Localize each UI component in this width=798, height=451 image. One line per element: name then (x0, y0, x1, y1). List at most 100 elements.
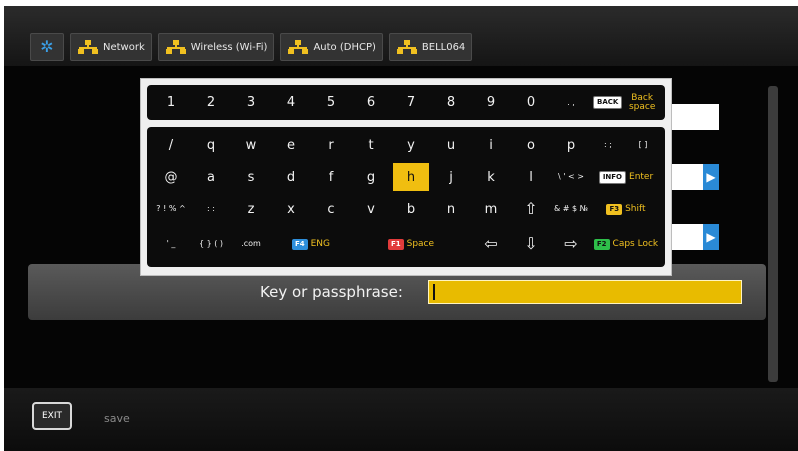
back-remote-icon: BACK (593, 96, 623, 109)
key-v[interactable]: v (353, 195, 389, 223)
key-symbols-1[interactable]: ? ! % ^ (153, 195, 189, 223)
dotcom-key[interactable]: .com (233, 229, 269, 259)
key-punctuation[interactable]: . , (553, 89, 589, 116)
field-box[interactable] (669, 104, 719, 130)
key-m[interactable]: m (473, 195, 509, 223)
breadcrumb-auto-dhcp[interactable]: Auto (DHCP) (280, 33, 383, 61)
network-icon (165, 40, 187, 54)
down-arrow-key[interactable]: ⇩ (513, 229, 549, 259)
backspace-label: Back space (628, 92, 656, 112)
breadcrumb-label: BELL064 (421, 41, 466, 53)
shift-arrow-key[interactable]: ⇧ (513, 195, 549, 223)
breadcrumb-settings[interactable]: ✲ (30, 33, 64, 61)
info-remote-icon: INFO (598, 170, 627, 184)
passphrase-label: Key or passphrase: (260, 283, 403, 301)
enter-label: Enter (629, 171, 654, 182)
key-braces[interactable]: { } ( ) (193, 229, 229, 259)
shift-key[interactable]: F3 Shift (593, 195, 659, 223)
breadcrumb-ssid[interactable]: BELL064 (388, 33, 473, 61)
gear-icon: ✲ (40, 37, 54, 56)
key-symbols-4[interactable]: ' _ (153, 229, 189, 259)
language-label: ENG (310, 238, 331, 249)
key-7[interactable]: 7 (393, 89, 429, 116)
network-icon (77, 40, 99, 54)
key-w[interactable]: w (233, 131, 269, 159)
key-3[interactable]: 3 (233, 89, 269, 116)
f2-remote-icon: F2 (593, 238, 610, 250)
language-key[interactable]: F4 ENG (273, 229, 349, 259)
exit-label: EXIT (41, 411, 62, 421)
key-1[interactable]: 1 (153, 89, 189, 116)
network-icon (287, 40, 309, 54)
key-z[interactable]: z (233, 195, 269, 223)
key-y[interactable]: y (393, 131, 429, 159)
key-t[interactable]: t (353, 131, 389, 159)
chevron-right-icon: ▶ (703, 224, 719, 250)
key-i[interactable]: i (473, 131, 509, 159)
top-bar: ✲ Network Wireless (Wi-Fi) Auto (DHCP) B… (4, 6, 798, 66)
enter-key[interactable]: INFO Enter (593, 163, 659, 191)
key-s[interactable]: s (233, 163, 269, 191)
key-at[interactable]: @ (153, 163, 189, 191)
breadcrumb-label: Auto (DHCP) (313, 41, 376, 53)
left-arrow-key[interactable]: ⇦ (473, 229, 509, 259)
key-x[interactable]: x (273, 195, 309, 223)
breadcrumb-wireless[interactable]: Wireless (Wi-Fi) (157, 33, 275, 61)
key-h[interactable]: h (393, 163, 429, 191)
text-caret (433, 284, 435, 300)
on-screen-keyboard: 1 2 3 4 5 6 7 8 9 0 . , BACK Back space … (140, 78, 672, 276)
key-b[interactable]: b (393, 195, 429, 223)
scrollbar[interactable] (768, 86, 778, 382)
key-5[interactable]: 5 (313, 89, 349, 116)
key-c[interactable]: c (313, 195, 349, 223)
chevron-right-icon: ▶ (703, 164, 719, 190)
key-8[interactable]: 8 (433, 89, 469, 116)
key-g[interactable]: g (353, 163, 389, 191)
caps-lock-key[interactable]: F2 Caps Lock (593, 229, 659, 259)
exit-button[interactable]: EXIT (32, 402, 72, 430)
key-2[interactable]: 2 (193, 89, 229, 116)
keyboard-number-row: 1 2 3 4 5 6 7 8 9 0 . , BACK Back space (147, 85, 665, 120)
f4-remote-icon: F4 (291, 238, 308, 250)
f1-remote-icon: F1 (387, 238, 404, 250)
key-6[interactable]: 6 (353, 89, 389, 116)
key-9[interactable]: 9 (473, 89, 509, 116)
caps-lock-label: Caps Lock (612, 238, 659, 249)
key-symbols-2[interactable]: : : (193, 195, 229, 223)
key-0[interactable]: 0 (513, 89, 549, 116)
key-n[interactable]: n (433, 195, 469, 223)
key-colon-semicolon[interactable]: : ; (593, 131, 623, 159)
key-brackets[interactable]: [ ] (627, 131, 659, 159)
network-icon (396, 40, 418, 54)
shift-label: Shift (625, 203, 646, 214)
key-4[interactable]: 4 (273, 89, 309, 116)
space-key[interactable]: F1 Space (353, 229, 469, 259)
bottom-bar: EXIT save (4, 388, 798, 451)
key-d[interactable]: d (273, 163, 309, 191)
key-p[interactable]: p (553, 131, 589, 159)
passphrase-input[interactable] (428, 280, 742, 304)
key-k[interactable]: k (473, 163, 509, 191)
key-r[interactable]: r (313, 131, 349, 159)
backspace-key[interactable]: BACK Back space (593, 89, 659, 116)
breadcrumb-label: Wireless (Wi-Fi) (190, 41, 268, 53)
key-l[interactable]: l (513, 163, 549, 191)
key-q[interactable]: q (193, 131, 229, 159)
keyboard-letters: / q w e r t y u i o p : ; [ ] @ a s d f … (147, 127, 665, 267)
screen: ✲ Network Wireless (Wi-Fi) Auto (DHCP) B… (4, 6, 798, 451)
key-f[interactable]: f (313, 163, 349, 191)
breadcrumb-network[interactable]: Network (70, 33, 152, 61)
key-a[interactable]: a (193, 163, 229, 191)
key-e[interactable]: e (273, 131, 309, 159)
key-symbols-3[interactable]: & # $ № (553, 195, 589, 223)
right-arrow-key[interactable]: ⇨ (553, 229, 589, 259)
key-u[interactable]: u (433, 131, 469, 159)
dropdown-field[interactable]: ▶ (669, 224, 719, 250)
key-o[interactable]: o (513, 131, 549, 159)
key-backslash-quote[interactable]: \ ' < > (553, 163, 589, 191)
dropdown-field[interactable]: ▶ (669, 164, 719, 190)
breadcrumb: ✲ Network Wireless (Wi-Fi) Auto (DHCP) B… (30, 33, 473, 61)
key-slash[interactable]: / (153, 131, 189, 159)
breadcrumb-label: Network (103, 41, 145, 53)
key-j[interactable]: j (433, 163, 469, 191)
